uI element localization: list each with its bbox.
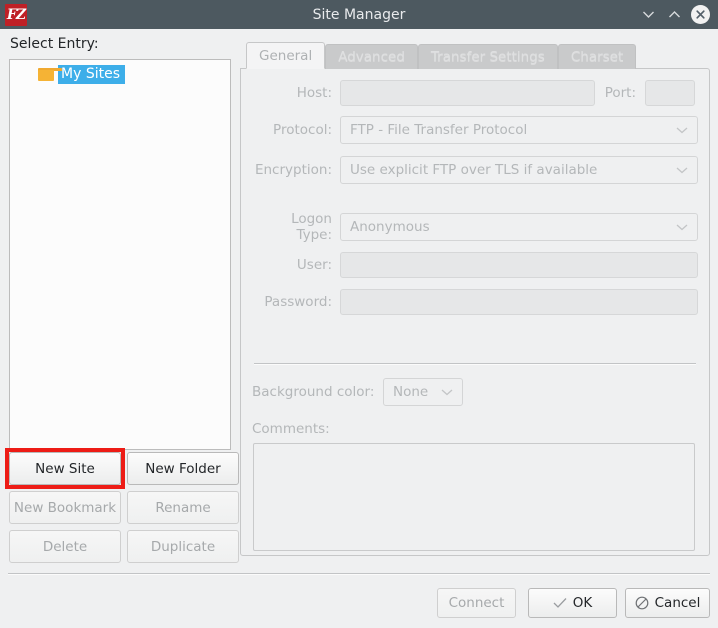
tab-transfer-settings: Transfer Settings (417, 44, 558, 69)
logon-type-row: Logon Type: Anonymous (252, 211, 698, 243)
cancel-button-label: Cancel (654, 595, 701, 611)
comments-textarea (253, 443, 695, 551)
password-label: Password: (264, 294, 332, 310)
tab-strip: General Advanced Transfer Settings Chars… (246, 42, 637, 69)
encryption-row: Encryption: Use explicit FTP over TLS if… (252, 156, 698, 184)
footer-separator (8, 573, 710, 575)
prohibition-icon (635, 596, 649, 610)
user-label: User: (296, 257, 332, 273)
duplicate-button: Duplicate (127, 530, 239, 563)
password-input (340, 289, 698, 315)
folder-icon (38, 68, 62, 81)
chevron-down-icon (642, 11, 654, 18)
encryption-value: Use explicit FTP over TLS if available (350, 162, 598, 178)
close-button-circle (690, 5, 710, 24)
window-title: Site Manager (312, 6, 406, 23)
user-row: User: (252, 252, 698, 278)
new-site-button[interactable]: New Site (9, 452, 121, 485)
protocol-row: Protocol: FTP - File Transfer Protocol (252, 116, 698, 144)
comments-label: Comments: (252, 421, 330, 437)
chevron-down-icon (441, 389, 453, 396)
background-color-label: Background color: (252, 384, 375, 400)
logon-type-value: Anonymous (350, 219, 430, 235)
encryption-select: Use explicit FTP over TLS if available (340, 156, 698, 184)
new-bookmark-button: New Bookmark (9, 491, 121, 524)
host-row: Host: (252, 80, 595, 106)
background-color-value: None (393, 384, 429, 400)
connect-button: Connect (437, 588, 516, 618)
ok-button-label: OK (572, 595, 593, 611)
filezilla-logo-icon: FZ (5, 3, 27, 26)
encryption-label: Encryption: (254, 162, 332, 178)
host-label: Host: (296, 85, 332, 101)
port-label: Port: (604, 85, 636, 101)
filezilla-logo-text: FZ (6, 6, 26, 23)
site-tree[interactable]: My Sites (9, 59, 231, 450)
title-bar: FZ Site Manager (0, 0, 718, 29)
tab-charset: Charset (557, 44, 637, 69)
protocol-value: FTP - File Transfer Protocol (350, 122, 528, 138)
protocol-select: FTP - File Transfer Protocol (340, 116, 698, 144)
chevron-up-icon (668, 11, 680, 18)
minimize-button[interactable] (636, 3, 660, 27)
chevron-down-icon (676, 224, 688, 231)
chevron-down-icon (676, 167, 688, 174)
protocol-label: Protocol: (273, 122, 332, 138)
close-icon (695, 10, 705, 19)
cancel-button[interactable]: Cancel (625, 588, 710, 618)
new-folder-button[interactable]: New Folder (127, 452, 239, 485)
logon-type-select: Anonymous (340, 213, 698, 241)
select-entry-label: Select Entry: (10, 36, 99, 52)
tree-item-label: My Sites (58, 65, 125, 84)
ok-button[interactable]: OK (528, 588, 617, 618)
window-controls (636, 0, 712, 29)
port-row: Port: (601, 80, 695, 106)
delete-button: Delete (9, 530, 121, 563)
password-row: Password: (252, 289, 698, 315)
close-button[interactable] (688, 3, 712, 27)
logon-type-label: Logon Type: (291, 211, 332, 243)
background-color-row: Background color: None (252, 378, 463, 406)
port-input (645, 80, 695, 106)
tab-general[interactable]: General (246, 42, 326, 69)
user-input (340, 252, 698, 278)
rename-button: Rename (127, 491, 239, 524)
chevron-down-icon (676, 127, 688, 134)
form-separator (254, 363, 696, 365)
tab-advanced: Advanced (325, 44, 418, 69)
tree-item-my-sites[interactable]: My Sites (38, 65, 125, 84)
checkmark-icon (553, 597, 567, 609)
maximize-button[interactable] (662, 3, 686, 27)
background-color-select: None (383, 378, 463, 406)
host-input (340, 80, 595, 106)
